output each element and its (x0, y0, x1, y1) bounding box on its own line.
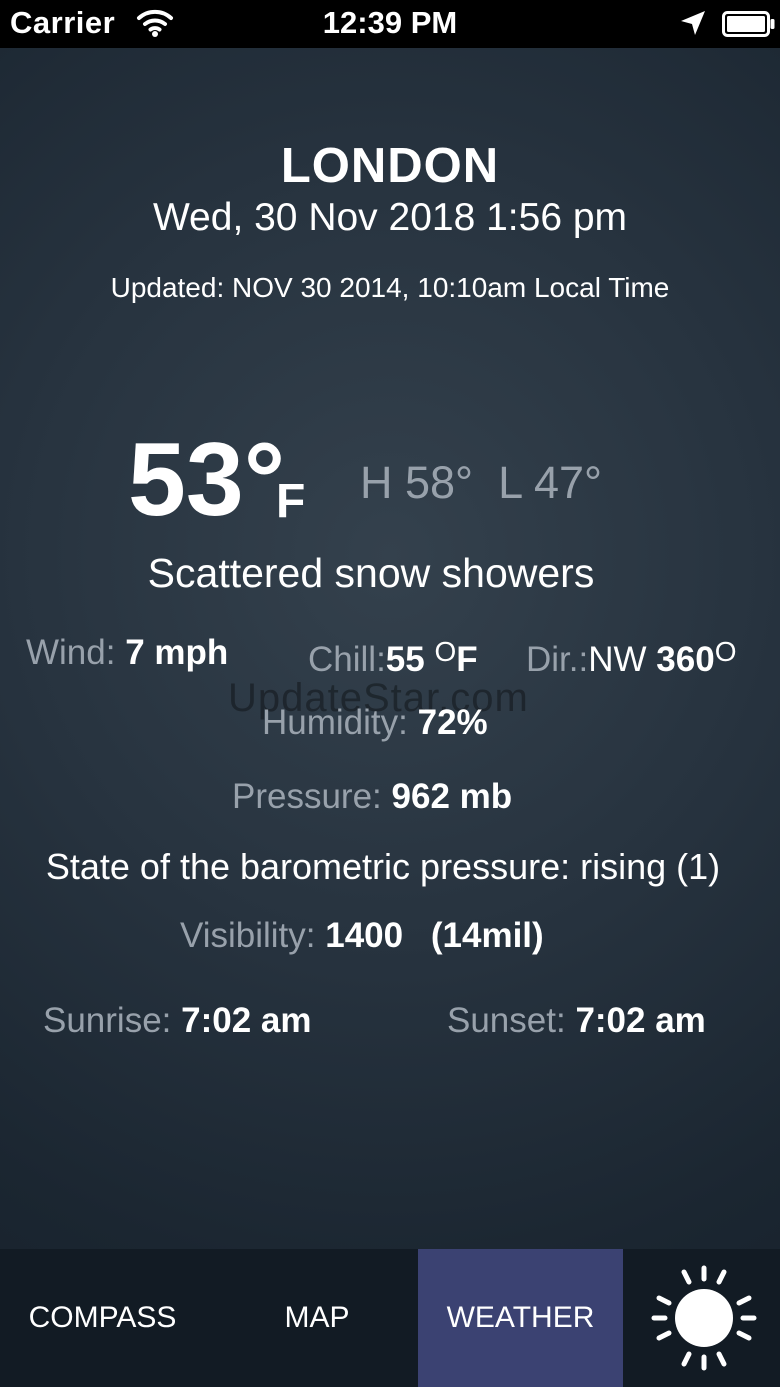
humidity-value: 72% (417, 703, 488, 742)
chill-unit: F (456, 640, 478, 679)
temperature-unit: F (276, 475, 306, 528)
wind-row: Wind: 7 mph (26, 633, 228, 673)
tab-compass[interactable]: COMPASS (0, 1249, 205, 1387)
tab-weather[interactable]: WEATHER (418, 1249, 623, 1387)
sunrise-row: Sunrise: 7:02 am (43, 1001, 312, 1041)
tab-compass-label: COMPASS (28, 1301, 177, 1334)
tab-map[interactable]: MAP (212, 1249, 422, 1387)
tab-map-label: MAP (284, 1301, 350, 1334)
pressure-value: 962 mb (391, 777, 513, 816)
sunset-row: Sunset: 7:02 am (447, 1001, 706, 1041)
current-temperature: 53° (128, 422, 286, 538)
visibility-value: 1400 (325, 916, 404, 955)
status-bar: Carrier 12:39 PM (0, 0, 780, 48)
weather-condition: Scattered snow showers (147, 550, 595, 596)
visibility-miles: (14mil) (430, 916, 544, 955)
sunrise-label: Sunrise: (43, 1001, 172, 1040)
updated-timestamp: Updated: NOV 30 2014, 10:10am Local Time (110, 272, 670, 303)
direction-degrees: 360 (656, 640, 715, 679)
chill-degree: O (434, 636, 457, 667)
humidity-row: Humidity: 72% (262, 703, 488, 743)
battery-icon (722, 11, 776, 42)
chill-value: 55 (385, 640, 425, 679)
direction-value: NW (588, 640, 647, 679)
chill-row: Chill:55 OF (308, 636, 478, 680)
chill-label: Chill: (308, 640, 386, 679)
visibility-row: Visibility: 1400 (14mil) (180, 916, 544, 956)
visibility-label: Visibility: (180, 916, 316, 955)
pressure-row: Pressure: 962 mb (232, 777, 512, 817)
city-name: LONDON (280, 139, 500, 193)
local-datetime: Wed, 30 Nov 2018 1:56 pm (152, 196, 628, 239)
wind-value: 7 mph (125, 633, 229, 672)
low-temperature: L 47° (498, 457, 602, 508)
direction-degree-mark: O (714, 636, 737, 667)
weather-screen: Carrier 12:39 PM LONDON Wed, 30 Nov 2018 (0, 0, 780, 1387)
high-temperature: H 58° (360, 457, 474, 508)
sunset-value: 7:02 am (575, 1001, 706, 1040)
barometric-state: State of the barometric pressure: rising… (45, 846, 721, 887)
sunset-label: Sunset: (447, 1001, 566, 1040)
location-arrow-icon (678, 8, 708, 43)
humidity-label: Humidity: (262, 703, 408, 742)
direction-row: Dir.:NW 360O (526, 636, 736, 680)
pressure-label: Pressure: (232, 777, 382, 816)
wind-label: Wind: (26, 633, 116, 672)
direction-label: Dir.: (526, 640, 589, 679)
tab-weather-label: WEATHER (446, 1301, 595, 1334)
clock: 12:39 PM (322, 5, 458, 40)
sun-icon[interactable] (640, 1262, 768, 1379)
sunrise-value: 7:02 am (181, 1001, 312, 1040)
high-low: H 58° L 47° (360, 457, 602, 509)
